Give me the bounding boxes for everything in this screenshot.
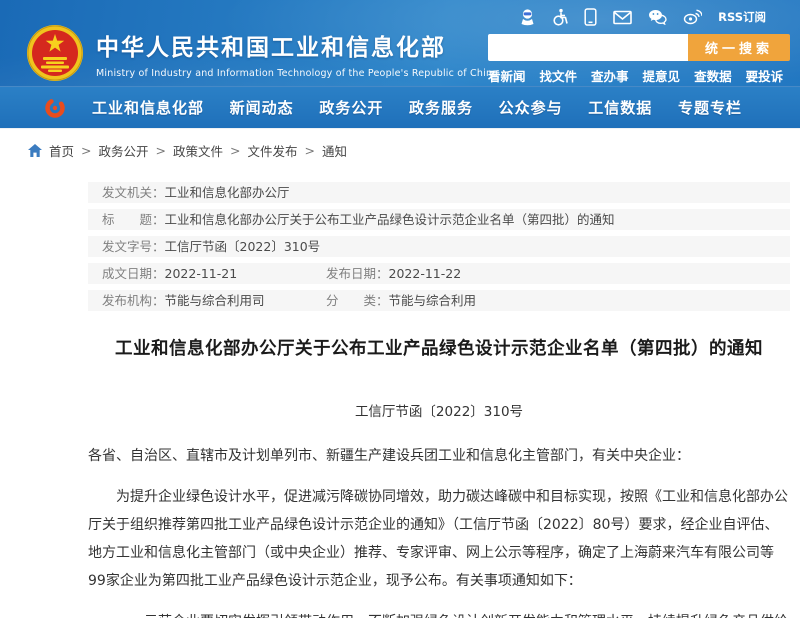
nav-item-news[interactable]: 新闻动态	[230, 97, 294, 118]
meta-value: 工业和信息化部办公厅关于公布工业产品绿色设计示范企业名单（第四批）的通知	[164, 212, 615, 227]
document-title: 工业和信息化部办公厅关于公布工业产品绿色设计示范企业名单（第四批）的通知	[115, 339, 763, 359]
mascot-icon[interactable]	[519, 8, 536, 26]
crumb-release[interactable]: 文件发布	[248, 141, 298, 160]
crumb-separator: >	[230, 143, 241, 158]
meta-label: 标 题：	[102, 212, 165, 227]
nav-item-data[interactable]: 工信数据	[588, 97, 652, 118]
crumb-gov-open[interactable]: 政务公开	[99, 141, 149, 160]
nav-items: 工业和信息化部 新闻动态 政务公开 政务服务 公众参与 工信数据 专题专栏	[92, 97, 742, 118]
meta-label: 发文机关：	[102, 185, 165, 200]
document-body: 各省、自治区、直辖市及计划单列市、新疆生产建设兵团工业和信息化主管部门，有关中央…	[88, 442, 790, 618]
breadcrumb: 首页 > 政务公开 > 政策文件 > 文件发布 > 通知	[0, 128, 800, 166]
document-page: 发文机关： 工业和信息化部办公厅 标 题： 工业和信息化部办公厅关于公布工业产品…	[88, 182, 790, 618]
mobile-icon[interactable]	[584, 8, 597, 26]
meta-label: 发文字号：	[102, 239, 165, 254]
meta-row-publisher-category: 发布机构： 节能与综合利用司 分 类： 节能与综合利用	[88, 290, 790, 311]
meta-label: 成文日期：	[102, 266, 165, 281]
nav-item-public[interactable]: 公众参与	[499, 97, 563, 118]
meta-label: 分 类：	[326, 293, 389, 308]
meta-row-doc-number: 发文字号： 工信厅节函〔2022〕310号	[88, 236, 790, 257]
unified-search: 统一搜索	[488, 34, 790, 61]
meta-label: 发布机构：	[102, 293, 165, 308]
national-emblem-logo	[27, 25, 83, 81]
quick-links: 看新闻 找文件 查办事 提意见 查数据 要投诉	[488, 66, 783, 85]
meta-row-issuing-agency: 发文机关： 工业和信息化部办公厅	[88, 182, 790, 203]
crumb-current-notice: 通知	[322, 144, 348, 159]
meta-value: 2022-11-22	[388, 266, 462, 281]
quick-link-news[interactable]: 看新闻	[488, 66, 526, 85]
weibo-icon[interactable]	[683, 9, 703, 25]
crumb-separator: >	[304, 143, 315, 158]
search-button[interactable]: 统一搜索	[688, 34, 790, 61]
crumb-policy[interactable]: 政策文件	[173, 141, 223, 160]
quick-link-data[interactable]: 查数据	[694, 66, 732, 85]
paragraph-item-1: 一、示范企业要切实发挥引领带动作用，不断加强绿色设计创新开发能力和管理水平，持续…	[88, 608, 790, 618]
meta-value: 节能与综合利用司	[164, 293, 265, 308]
wechat-icon[interactable]	[648, 9, 667, 25]
meta-value: 2022-11-21	[164, 266, 238, 281]
search-input[interactable]	[488, 34, 688, 61]
meta-value: 工业和信息化部办公厅	[164, 185, 290, 200]
main-nav: 工业和信息化部 新闻动态 政务公开 政务服务 公众参与 工信数据 专题专栏	[0, 86, 800, 128]
meta-label: 发布日期：	[326, 266, 389, 281]
nav-item-miit[interactable]: 工业和信息化部	[92, 97, 204, 118]
meta-row-dates: 成文日期： 2022-11-21 发布日期： 2022-11-22	[88, 263, 790, 284]
meta-row-title: 标 题： 工业和信息化部办公厅关于公布工业产品绿色设计示范企业名单（第四批）的通…	[88, 209, 790, 230]
mail-icon[interactable]	[613, 10, 632, 25]
site-brand: 中华人民共和国工业和信息化部 Ministry of Industry and …	[26, 24, 498, 82]
nav-item-topics[interactable]: 专题专栏	[678, 97, 742, 118]
document-meta-table: 发文机关： 工业和信息化部办公厅 标 题： 工业和信息化部办公厅关于公布工业产品…	[88, 182, 790, 311]
nav-item-services[interactable]: 政务服务	[409, 97, 473, 118]
header-utility-bar: RSS订阅	[519, 8, 766, 26]
crumb-separator: >	[81, 143, 92, 158]
nav-item-gov-open[interactable]: 政务公开	[319, 97, 383, 118]
crumb-separator: >	[155, 143, 166, 158]
meta-value: 节能与综合利用	[388, 293, 477, 308]
site-title: 中华人民共和国工业和信息化部	[96, 34, 446, 61]
crumb-home[interactable]: 首页	[49, 141, 74, 160]
document-number: 工信厅节函〔2022〕310号	[354, 404, 524, 420]
site-subtitle: Ministry of Industry and Information Tec…	[96, 67, 499, 79]
accessibility-icon[interactable]	[552, 8, 568, 26]
home-icon[interactable]	[28, 144, 42, 157]
quick-link-feedback[interactable]: 提意见	[643, 66, 681, 85]
meta-value: 工信厅节函〔2022〕310号	[164, 239, 321, 254]
miit-c-logo-icon	[45, 97, 65, 118]
brand-text: 中华人民共和国工业和信息化部 Ministry of Industry and …	[96, 28, 498, 79]
site-header: RSS订阅 中华人民共和国工业和信息化部 Ministry of Industr…	[0, 0, 800, 128]
quick-link-complaint[interactable]: 要投诉	[746, 66, 784, 85]
quick-link-services[interactable]: 查办事	[591, 66, 629, 85]
quick-link-files[interactable]: 找文件	[540, 66, 578, 85]
paragraph-salutation: 各省、自治区、直辖市及计划单列市、新疆生产建设兵团工业和信息化主管部门，有关中央…	[88, 448, 690, 464]
rss-subscribe-link[interactable]: RSS订阅	[718, 9, 766, 25]
paragraph-intro: 为提升企业绿色设计水平，促进减污降碳协同增效，助力碳达峰碳中和目标实现，按照《工…	[88, 489, 788, 589]
